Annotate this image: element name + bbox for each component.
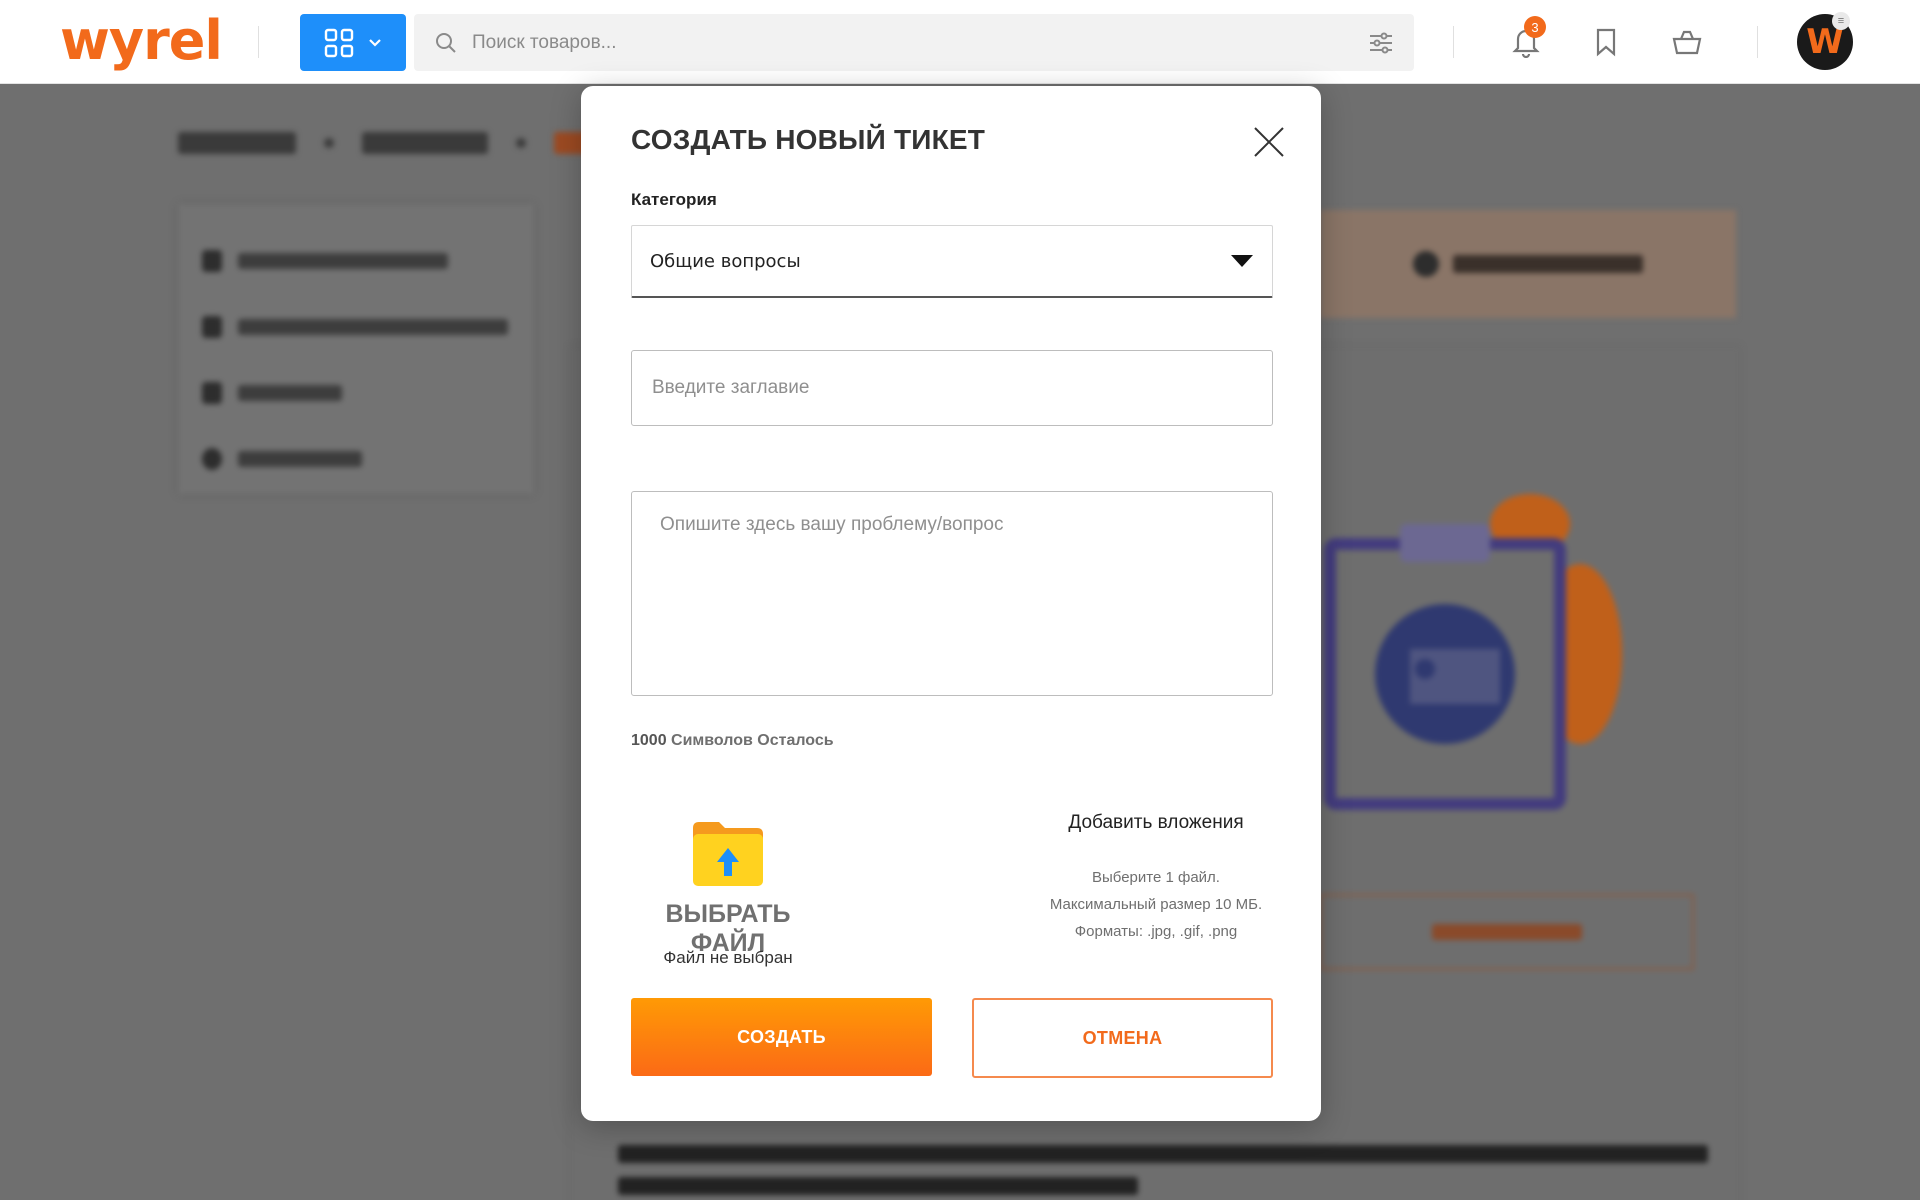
attachments-rule-size: Максимальный размер 10 МБ. bbox=[1049, 896, 1263, 913]
ticket-title-input[interactable] bbox=[631, 350, 1273, 426]
sidebar-item bbox=[202, 426, 510, 492]
category-label: Категория bbox=[631, 190, 717, 209]
breadcrumb-item bbox=[178, 132, 296, 154]
sidebar-item-label bbox=[238, 253, 448, 269]
header-divider bbox=[1757, 26, 1758, 58]
wyrel-logo[interactable]: wyrel bbox=[60, 12, 223, 70]
background-note-text bbox=[618, 1138, 1718, 1200]
bookmarks-button[interactable] bbox=[1586, 22, 1626, 62]
avatar-menu-icon[interactable]: ≡ bbox=[1832, 12, 1850, 30]
background-cta-label bbox=[1432, 924, 1582, 940]
search-input[interactable] bbox=[472, 31, 1368, 54]
sidebar-item-icon bbox=[202, 250, 222, 272]
attachments-rule-formats: Форматы: .jpg, .gif, .png bbox=[1074, 923, 1238, 940]
cart-button[interactable] bbox=[1667, 22, 1707, 62]
characters-left-text: Символов Осталось bbox=[666, 732, 834, 749]
header-divider bbox=[258, 26, 259, 58]
attachments-rule-count: Выберите 1 файл. bbox=[1092, 869, 1220, 886]
notifications-button[interactable]: 3 bbox=[1506, 16, 1546, 62]
folder-upload-icon[interactable] bbox=[689, 818, 767, 890]
tab-icon bbox=[1413, 251, 1439, 277]
sidebar-item-icon bbox=[202, 382, 222, 404]
create-ticket-modal: СОЗДАТЬ НОВЫЙ ТИКЕТ Категория Общие вопр… bbox=[581, 86, 1321, 1121]
sidebar-item-label bbox=[238, 451, 362, 467]
basket-icon bbox=[1672, 30, 1702, 55]
background-note-line bbox=[618, 1177, 1138, 1195]
caret-down-icon bbox=[1231, 255, 1253, 267]
sidebar-item-icon bbox=[202, 316, 222, 338]
sidebar-item bbox=[202, 228, 510, 294]
search-icon bbox=[436, 32, 456, 53]
characters-left-counter: 1000 Символов Осталось bbox=[631, 732, 834, 750]
sidebar-item-label bbox=[238, 385, 342, 401]
top-header: wyrel 3 bbox=[0, 0, 1920, 84]
notifications-count-badge: 3 bbox=[1524, 16, 1546, 38]
breadcrumb-separator bbox=[324, 138, 334, 148]
characters-left-number: 1000 bbox=[631, 732, 667, 749]
search-bar bbox=[414, 14, 1414, 71]
create-button[interactable]: СОЗДАТЬ bbox=[631, 998, 932, 1076]
header-divider bbox=[1453, 26, 1454, 58]
background-cta-button bbox=[1320, 894, 1694, 970]
sidebar-item bbox=[202, 360, 510, 426]
filter-sliders-icon[interactable] bbox=[1368, 31, 1394, 55]
modal-title: СОЗДАТЬ НОВЫЙ ТИКЕТ bbox=[631, 124, 986, 155]
account-sidebar bbox=[178, 204, 534, 494]
support-illustration bbox=[1324, 494, 1622, 810]
grid-icon bbox=[324, 28, 354, 57]
sidebar-item bbox=[202, 294, 510, 360]
attachments-rules: Выберите 1 файл. Максимальный размер 10 … bbox=[1021, 864, 1291, 945]
sidebar-item-label bbox=[238, 319, 508, 335]
bookmark-icon bbox=[1596, 28, 1616, 57]
close-icon[interactable] bbox=[1251, 124, 1287, 160]
sidebar-item-icon bbox=[202, 448, 222, 470]
breadcrumb-separator bbox=[516, 138, 526, 148]
active-tab-background bbox=[1320, 210, 1736, 318]
categories-menu-button[interactable] bbox=[300, 14, 406, 71]
ticket-description-textarea[interactable] bbox=[631, 491, 1273, 696]
category-selected-value: Общие вопросы bbox=[650, 250, 801, 272]
category-select[interactable]: Общие вопросы bbox=[631, 225, 1273, 298]
file-status-text: Файл не выбран bbox=[663, 948, 793, 967]
breadcrumb-item bbox=[362, 132, 488, 154]
tab-label bbox=[1453, 255, 1643, 273]
attachments-title: Добавить вложения bbox=[1068, 812, 1244, 833]
cancel-button[interactable]: ОТМЕНА bbox=[972, 998, 1273, 1078]
breadcrumb bbox=[178, 132, 594, 154]
background-note-line bbox=[618, 1145, 1708, 1163]
chevron-down-icon bbox=[369, 38, 381, 47]
